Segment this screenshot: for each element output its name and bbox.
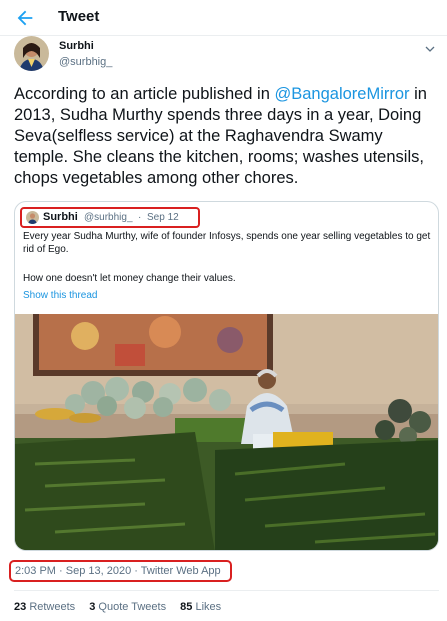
- author-name[interactable]: Surbhi: [59, 40, 94, 52]
- quoted-text-line1: Every year Sudha Murthy, wife of founder…: [23, 231, 431, 255]
- quoted-photo[interactable]: [15, 314, 438, 550]
- chevron-down-icon[interactable]: [425, 44, 435, 54]
- quoted-author-handle: @surbhig_: [84, 212, 133, 223]
- author-avatar[interactable]: [14, 36, 49, 71]
- tweet-text-start: According to an article published in: [14, 85, 275, 103]
- quote-tweets-count: 3: [89, 601, 96, 613]
- show-thread-link[interactable]: Show this thread: [23, 290, 98, 301]
- retweets-label: Retweets: [29, 601, 76, 613]
- divider: [14, 590, 439, 591]
- arrow-left-icon[interactable]: [14, 7, 36, 29]
- timestamp-box: 2:03 PM · Sep 13, 2020 · Twitter Web App: [9, 560, 232, 582]
- quote-tweets-label: Quote Tweets: [98, 601, 167, 613]
- page-title: Tweet: [58, 8, 100, 25]
- top-bar: Tweet: [0, 0, 447, 36]
- likes-label: Likes: [195, 601, 222, 613]
- quote-tweets-stat[interactable]: 3 Quote Tweets: [89, 601, 166, 613]
- engagement-stats: 23 Retweets 3 Quote Tweets 85 Likes: [14, 601, 232, 613]
- tweet-text: According to an article published in @Ba…: [14, 84, 439, 189]
- quoted-text-line2: How one doesn't let money change their v…: [23, 273, 236, 284]
- likes-stat[interactable]: 85 Likes: [180, 601, 221, 613]
- timestamp[interactable]: 2:03 PM · Sep 13, 2020 · Twitter Web App: [15, 565, 221, 577]
- quoted-author-avatar: [26, 211, 39, 224]
- quoted-date: Sep 12: [147, 212, 179, 223]
- quoted-separator: ·: [138, 212, 142, 223]
- quoted-author-name: Surbhi: [43, 211, 78, 223]
- likes-count: 85: [180, 601, 193, 613]
- quoted-tweet-header: Surbhi @surbhig_ · Sep 12: [20, 207, 200, 228]
- quoted-tweet-card[interactable]: Surbhi @surbhig_ · Sep 12 Every year Sud…: [14, 201, 439, 551]
- mention-link[interactable]: @BangaloreMirror: [275, 85, 410, 103]
- retweets-count: 23: [14, 601, 27, 613]
- author-handle[interactable]: @surbhig_: [59, 56, 112, 68]
- retweets-stat[interactable]: 23 Retweets: [14, 601, 75, 613]
